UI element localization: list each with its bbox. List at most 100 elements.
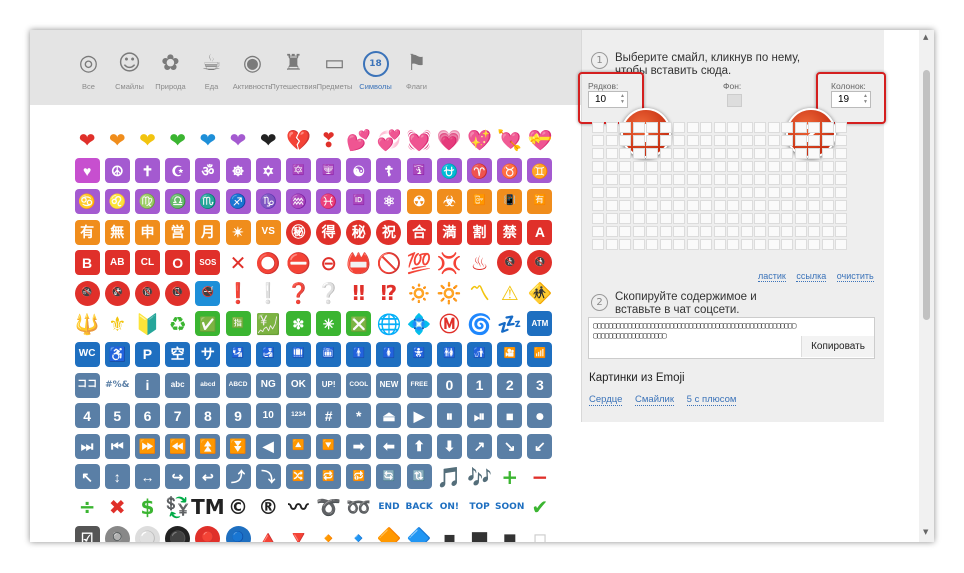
emoji-cell[interactable]: 🔯: [283, 156, 313, 187]
placement-cell[interactable]: [767, 174, 780, 185]
emoji-cell[interactable]: +: [495, 462, 525, 493]
emoji-cell[interactable]: 🛃: [253, 339, 283, 370]
emoji-cell[interactable]: ✅: [193, 309, 223, 340]
emoji-cell[interactable]: ⏬: [223, 431, 253, 462]
placement-cell[interactable]: [592, 239, 604, 250]
emoji-cell[interactable]: 10: [253, 400, 283, 431]
emoji-cell[interactable]: ↙: [525, 431, 555, 462]
emoji-cell[interactable]: ♨: [464, 247, 494, 278]
emoji-cell[interactable]: ❤: [193, 125, 223, 156]
emoji-cell[interactable]: ➡: [344, 431, 374, 462]
emoji-cell[interactable]: 📶: [525, 339, 555, 370]
placement-cell[interactable]: [605, 135, 618, 146]
placement-cell[interactable]: [605, 148, 618, 159]
emoji-cell[interactable]: ↗: [464, 431, 494, 462]
emoji-cell[interactable]: 🔄: [374, 462, 404, 493]
emoji-cell[interactable]: −: [525, 462, 555, 493]
placement-cell[interactable]: [646, 226, 658, 237]
placement-cell[interactable]: [713, 135, 726, 146]
category-symbols-18[interactable]: 18 Символы: [355, 50, 396, 91]
emoji-cell[interactable]: 合: [404, 217, 434, 248]
emoji-cell[interactable]: ㊙: [283, 217, 313, 248]
emoji-cell[interactable]: i: [132, 370, 162, 401]
placement-cell[interactable]: [605, 122, 618, 133]
emoji-cell[interactable]: A: [525, 217, 555, 248]
placement-cell[interactable]: [754, 148, 766, 159]
placement-cell[interactable]: [821, 174, 834, 185]
emoji-cell[interactable]: 7: [163, 400, 193, 431]
emoji-cell[interactable]: 🚹: [344, 339, 374, 370]
placement-cell[interactable]: [754, 213, 766, 224]
emoji-cell[interactable]: ✕: [223, 247, 253, 278]
placement-cell[interactable]: [713, 122, 726, 133]
placement-cell[interactable]: [632, 135, 645, 146]
emoji-cell[interactable]: 🚺: [374, 339, 404, 370]
placement-cell[interactable]: [835, 174, 847, 185]
emoji-cell[interactable]: ◾: [495, 523, 525, 542]
emoji-cell[interactable]: ♒: [283, 186, 313, 217]
eraser-link[interactable]: ластик: [758, 271, 786, 282]
emoji-cell[interactable]: ❤: [253, 125, 283, 156]
emoji-cell[interactable]: CL: [132, 247, 162, 278]
emoji-cell[interactable]: 💝: [525, 125, 555, 156]
placement-cell[interactable]: [632, 148, 645, 159]
emoji-cell[interactable]: VS: [253, 217, 283, 248]
placement-cell[interactable]: [673, 213, 685, 224]
category-palace[interactable]: ♜ Путешествия: [270, 50, 316, 92]
output-box[interactable]: ▢▢▢▢▢▢▢▢▢▢▢▢▢▢▢▢▢▢▢▢▢▢▢▢▢▢▢▢▢▢▢▢▢▢▢▢▢▢▢▢…: [588, 317, 875, 359]
placement-cell[interactable]: [673, 187, 685, 198]
placement-cell[interactable]: [673, 135, 685, 146]
placement-cell[interactable]: [740, 187, 753, 198]
placement-cell[interactable]: [740, 161, 753, 172]
emoji-cell[interactable]: ☢: [404, 186, 434, 217]
placement-cell[interactable]: [794, 135, 807, 146]
emoji-cell[interactable]: NG: [253, 370, 283, 401]
emoji-cell[interactable]: AB: [102, 247, 132, 278]
emoji-cell[interactable]: 💠: [404, 309, 434, 340]
placement-cell[interactable]: [713, 226, 726, 237]
placement-cell[interactable]: [632, 213, 645, 224]
emoji-cell[interactable]: abcd: [193, 370, 223, 401]
emoji-cell[interactable]: TOP: [464, 492, 494, 523]
emoji-cell[interactable]: 🔘: [102, 523, 132, 542]
placement-cell[interactable]: [659, 122, 672, 133]
category-target[interactable]: ◉ Активность: [232, 50, 273, 92]
placement-cell[interactable]: [767, 213, 780, 224]
emoji-cell[interactable]: 空: [163, 339, 193, 370]
placement-cell[interactable]: [754, 161, 766, 172]
emoji-cell[interactable]: 🌐: [374, 309, 404, 340]
scroll-up-icon[interactable]: ▲: [923, 33, 928, 41]
placement-cell[interactable]: [754, 239, 766, 250]
emoji-cell[interactable]: 🚸: [525, 278, 555, 309]
emoji-cell[interactable]: 9: [223, 400, 253, 431]
emoji-cell[interactable]: ❔: [314, 278, 344, 309]
placement-cell[interactable]: [700, 226, 712, 237]
placement-cell[interactable]: [740, 148, 753, 159]
emoji-cell[interactable]: 🔷: [404, 523, 434, 542]
placement-cell[interactable]: [727, 213, 739, 224]
placement-cell[interactable]: [808, 174, 820, 185]
placement-cell[interactable]: [835, 135, 847, 146]
emoji-cell[interactable]: ♐: [223, 186, 253, 217]
emoji-cell[interactable]: ❗: [223, 278, 253, 309]
emoji-cell[interactable]: 🈶: [525, 186, 555, 217]
placement-cell[interactable]: [767, 200, 780, 211]
emoji-cell[interactable]: ♎: [163, 186, 193, 217]
placement-cell[interactable]: [727, 122, 739, 133]
placement-cell[interactable]: [740, 213, 753, 224]
emoji-cell[interactable]: ✔: [525, 492, 555, 523]
emoji-cell[interactable]: ♋: [72, 186, 102, 217]
emoji-cell[interactable]: 🚻: [434, 339, 464, 370]
emoji-cell[interactable]: ॐ: [193, 156, 223, 187]
emoji-cell[interactable]: ✝: [132, 156, 162, 187]
placement-cell[interactable]: [821, 239, 834, 250]
emoji-cell[interactable]: ⏫: [193, 431, 223, 462]
emoji-cell[interactable]: 4: [72, 400, 102, 431]
placement-cell[interactable]: [808, 161, 820, 172]
placement-cell[interactable]: [619, 226, 631, 237]
emoji-cell[interactable]: 📵: [163, 278, 193, 309]
placement-cell[interactable]: [794, 148, 807, 159]
emoji-cell[interactable]: 🚷: [495, 247, 525, 278]
placement-cell[interactable]: [646, 122, 658, 133]
emoji-cell[interactable]: OK: [283, 370, 313, 401]
